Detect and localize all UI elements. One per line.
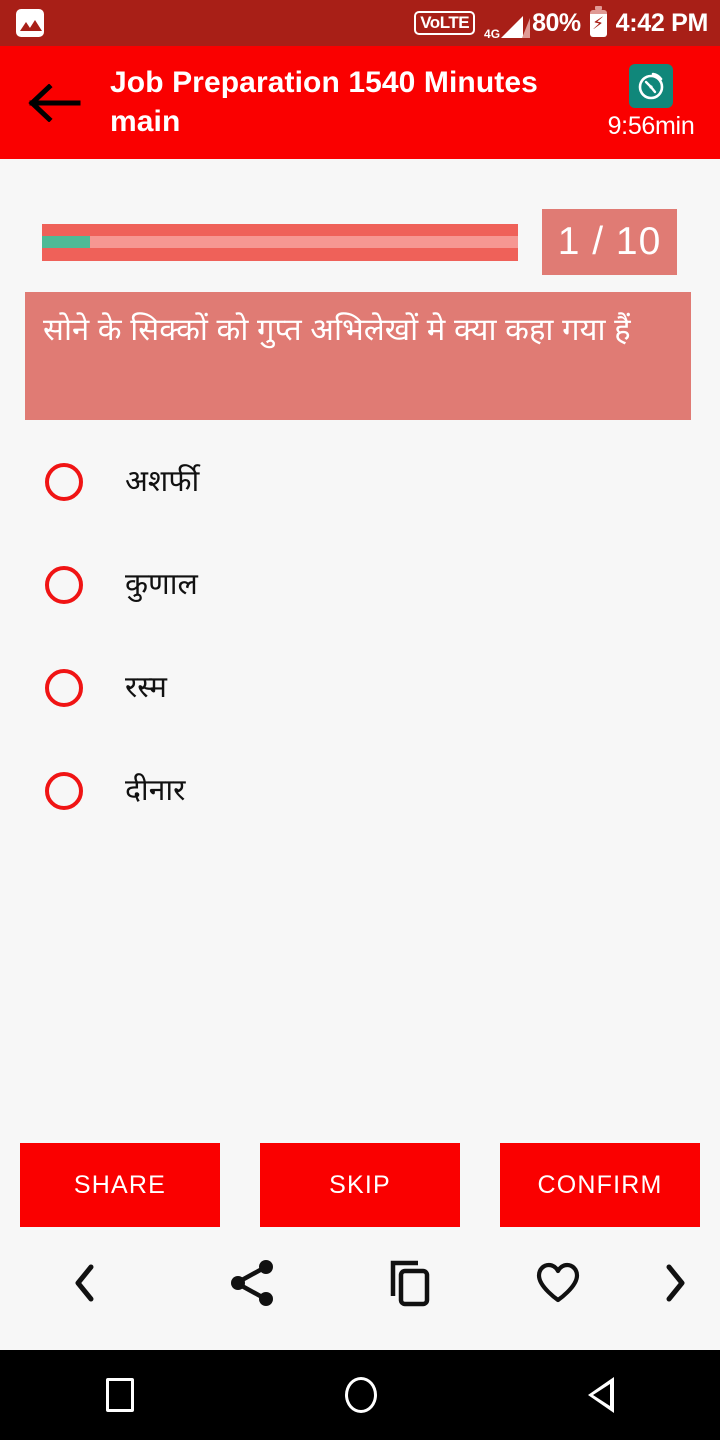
- network-type-label: 4G: [484, 27, 501, 41]
- battery-charging-icon: ⚡: [589, 5, 607, 37]
- bottom-icon-bar: [0, 1240, 720, 1330]
- quiz-timer[interactable]: 9:56min: [590, 64, 720, 141]
- question-text: सोने के सिक्कों को गुप्त अभिलेखों मे क्य…: [25, 292, 691, 420]
- back-button[interactable]: [0, 46, 110, 159]
- skip-button[interactable]: SKIP: [260, 1143, 460, 1227]
- progress-row: 1 / 10: [0, 209, 720, 275]
- favorite-button[interactable]: [485, 1240, 630, 1330]
- share-icon-button[interactable]: [170, 1240, 335, 1330]
- android-nav-bar: [0, 1350, 720, 1440]
- chevron-right-icon: [662, 1264, 688, 1307]
- option-label-2: कुणाल: [125, 567, 198, 601]
- status-bar-left: [16, 9, 44, 37]
- status-bar-right: VoLTE 4G 80% ⚡ 4:42 PM: [414, 5, 709, 40]
- option-label-3: रस्म: [125, 670, 167, 704]
- option-label-4: दीनार: [125, 773, 186, 807]
- next-button[interactable]: [630, 1240, 720, 1330]
- progress-fill: [42, 236, 90, 248]
- signal-strength-icon: 4G: [484, 10, 531, 40]
- clock-label: 4:42 PM: [615, 8, 709, 37]
- progress-track: [42, 236, 518, 248]
- photo-notification-icon: [16, 9, 44, 37]
- battery-percent-label: 80%: [532, 8, 581, 37]
- option-row-1[interactable]: अशर्फी: [0, 430, 720, 533]
- radio-button-1[interactable]: [45, 462, 83, 501]
- options-list: अशर्फी कुणाल रस्म दीनार: [0, 430, 720, 842]
- chevron-left-icon: [72, 1264, 98, 1307]
- app-bar: Job Preparation 1540 Minutes main 9:56mi…: [0, 46, 720, 159]
- option-row-2[interactable]: कुणाल: [0, 533, 720, 636]
- home-button[interactable]: [344, 1377, 377, 1413]
- recents-button[interactable]: [105, 1378, 134, 1412]
- app-screen: VoLTE 4G 80% ⚡ 4:42 PM Job Preparation 1…: [0, 0, 720, 1440]
- page-title: Job Preparation 1540 Minutes main: [110, 66, 538, 138]
- system-back-button[interactable]: [588, 1377, 615, 1413]
- arrow-left-icon: [28, 83, 82, 122]
- radio-button-2[interactable]: [45, 565, 83, 604]
- heart-icon: [535, 1261, 581, 1310]
- question-counter: 1 / 10: [542, 209, 677, 275]
- stopwatch-icon: [629, 64, 673, 108]
- copy-icon-button[interactable]: [335, 1240, 485, 1330]
- option-label-1: अशर्फी: [125, 464, 200, 498]
- progress-bar: [42, 223, 518, 261]
- previous-button[interactable]: [0, 1240, 170, 1330]
- volte-icon: VoLTE: [414, 11, 476, 35]
- timer-remaining-label: 9:56min: [607, 112, 695, 140]
- status-bar: VoLTE 4G 80% ⚡ 4:42 PM: [0, 0, 720, 46]
- copy-icon: [387, 1258, 433, 1313]
- confirm-button[interactable]: CONFIRM: [500, 1143, 700, 1227]
- share-icon: [229, 1258, 277, 1313]
- radio-button-3[interactable]: [45, 668, 83, 707]
- option-row-4[interactable]: दीनार: [0, 739, 720, 842]
- radio-button-4[interactable]: [45, 771, 83, 810]
- share-button[interactable]: SHARE: [20, 1143, 220, 1227]
- action-buttons: SHARE SKIP CONFIRM: [0, 1143, 720, 1227]
- option-row-3[interactable]: रस्म: [0, 636, 720, 739]
